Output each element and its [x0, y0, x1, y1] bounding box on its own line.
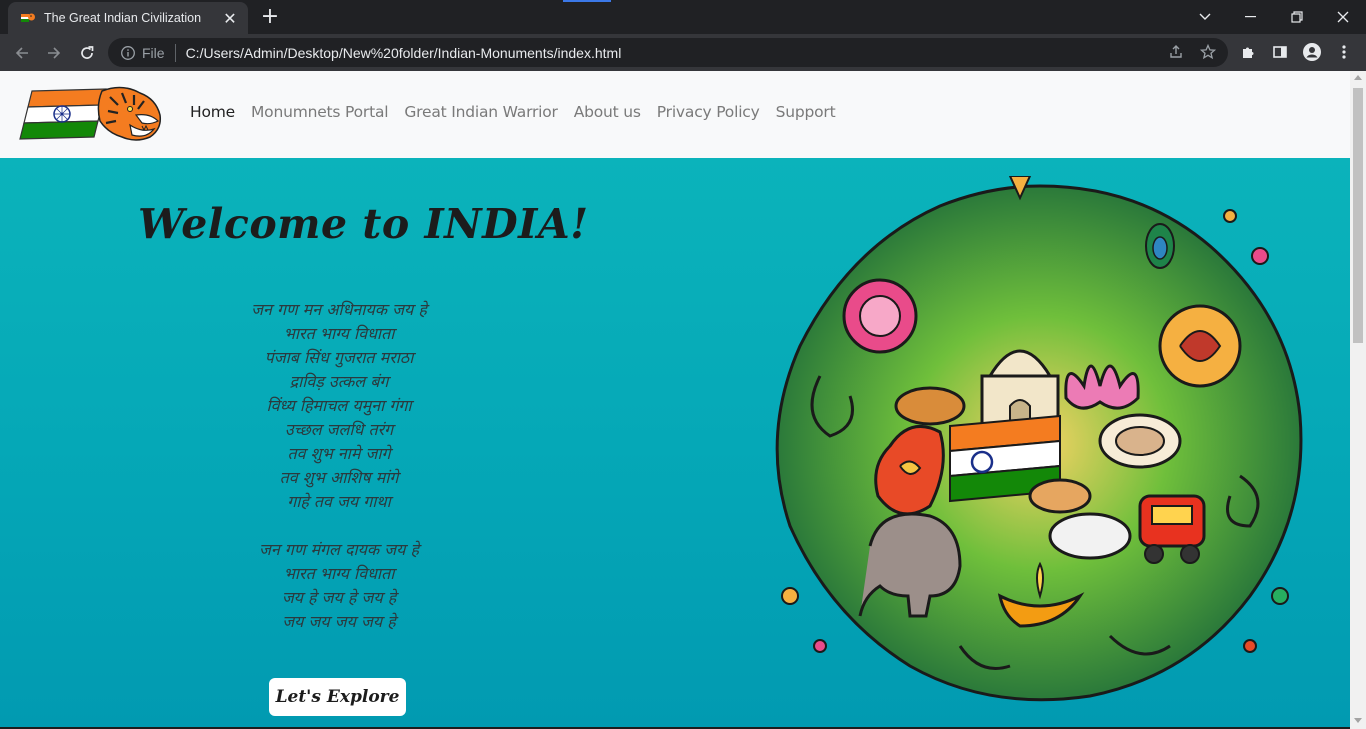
nav-monuments-portal[interactable]: Monumnets Portal	[243, 103, 396, 121]
anthem-line: विंध्य हिमाचल यमुना गंगा	[266, 396, 412, 415]
nav-support[interactable]: Support	[768, 103, 844, 121]
share-icon[interactable]	[1164, 40, 1188, 64]
india-doodle-illustration	[760, 175, 1320, 716]
browser-tab[interactable]: The Great Indian Civilization ✕	[8, 2, 248, 34]
site-navbar: Home Monumnets Portal Great Indian Warri…	[0, 71, 1350, 158]
new-tab-button[interactable]: +	[258, 6, 282, 30]
anthem-line: पंजाब सिंध गुजरात मराठा	[264, 348, 414, 367]
scroll-up-arrow-icon[interactable]	[1354, 75, 1362, 80]
anthem-line: उच्छल जलधि तरंग	[284, 420, 394, 439]
forward-arrow-icon[interactable]	[41, 40, 67, 66]
anthem-line: जन गण मंगल दायक जय हे	[258, 540, 420, 559]
restore-icon[interactable]	[1274, 0, 1320, 34]
profile-avatar-icon[interactable]	[1300, 40, 1324, 64]
page-title: Welcome to INDIA!	[138, 200, 589, 248]
address-bar[interactable]: File C:/Users/Admin/Desktop/New%20folder…	[108, 38, 1228, 67]
national-anthem-text: जन गण मन अधिनायक जय हे भारत भाग्य विधाता…	[180, 298, 498, 634]
tiger-favicon-icon	[20, 10, 36, 26]
scrollbar-thumb[interactable]	[1353, 88, 1363, 343]
bookmark-star-icon[interactable]	[1196, 40, 1220, 64]
verse-break	[180, 514, 498, 538]
anthem-line: द्राविड़ उत्कल बंग	[289, 372, 389, 391]
nav-home[interactable]: Home	[182, 103, 243, 121]
page-scrollbar[interactable]	[1350, 71, 1366, 729]
scroll-down-arrow-icon[interactable]	[1354, 718, 1362, 723]
anthem-line: भारत भाग्य विधाता	[283, 564, 395, 583]
anthem-line: तव शुभ आशिष मांगे	[279, 468, 399, 487]
tab-search-chevron-icon[interactable]	[1182, 0, 1228, 34]
side-panel-icon[interactable]	[1268, 40, 1292, 64]
tab-title: The Great Indian Civilization	[44, 11, 202, 25]
tiger-flag-logo[interactable]	[18, 85, 164, 145]
nav-great-indian-warrior[interactable]: Great Indian Warrior	[396, 103, 565, 121]
nav-links: Home Monumnets Portal Great Indian Warri…	[182, 103, 843, 121]
browser-toolbar: File C:/Users/Admin/Desktop/New%20folder…	[0, 34, 1366, 71]
tab-search-indicator	[563, 0, 611, 2]
browser-tabstrip: The Great Indian Civilization ✕ +	[0, 0, 1366, 34]
anthem-line: जय हे जय हे जय हे	[281, 588, 397, 607]
anthem-line: गाहे तव जय गाथा	[287, 492, 391, 511]
tab-close-icon[interactable]: ✕	[220, 8, 240, 28]
anthem-line: जय जय जय जय हे	[282, 612, 396, 631]
url-scheme-label: File	[142, 44, 165, 61]
back-arrow-icon[interactable]	[9, 40, 35, 66]
hero-section: Welcome to INDIA! जन गण मन अधिनायक जय हे…	[0, 158, 1350, 729]
extensions-puzzle-icon[interactable]	[1236, 40, 1260, 64]
minimize-icon[interactable]	[1228, 0, 1274, 34]
url-text[interactable]: C:/Users/Admin/Desktop/New%20folder/Indi…	[186, 45, 622, 61]
omnibox-divider	[174, 43, 176, 62]
info-icon[interactable]	[120, 45, 136, 61]
anthem-line: तव शुभ नामे जागे	[287, 444, 391, 463]
nav-about-us[interactable]: About us	[566, 103, 649, 121]
lets-explore-button[interactable]: Let's Explore	[269, 678, 406, 716]
kebab-menu-icon[interactable]	[1332, 40, 1356, 64]
reload-icon[interactable]	[74, 40, 100, 66]
anthem-line: भारत भाग्य विधाता	[283, 324, 395, 343]
close-window-icon[interactable]	[1320, 0, 1366, 34]
page-viewport: Home Monumnets Portal Great Indian Warri…	[0, 71, 1350, 729]
nav-privacy-policy[interactable]: Privacy Policy	[649, 103, 768, 121]
anthem-line: जन गण मन अधिनायक जय हे	[251, 300, 427, 319]
